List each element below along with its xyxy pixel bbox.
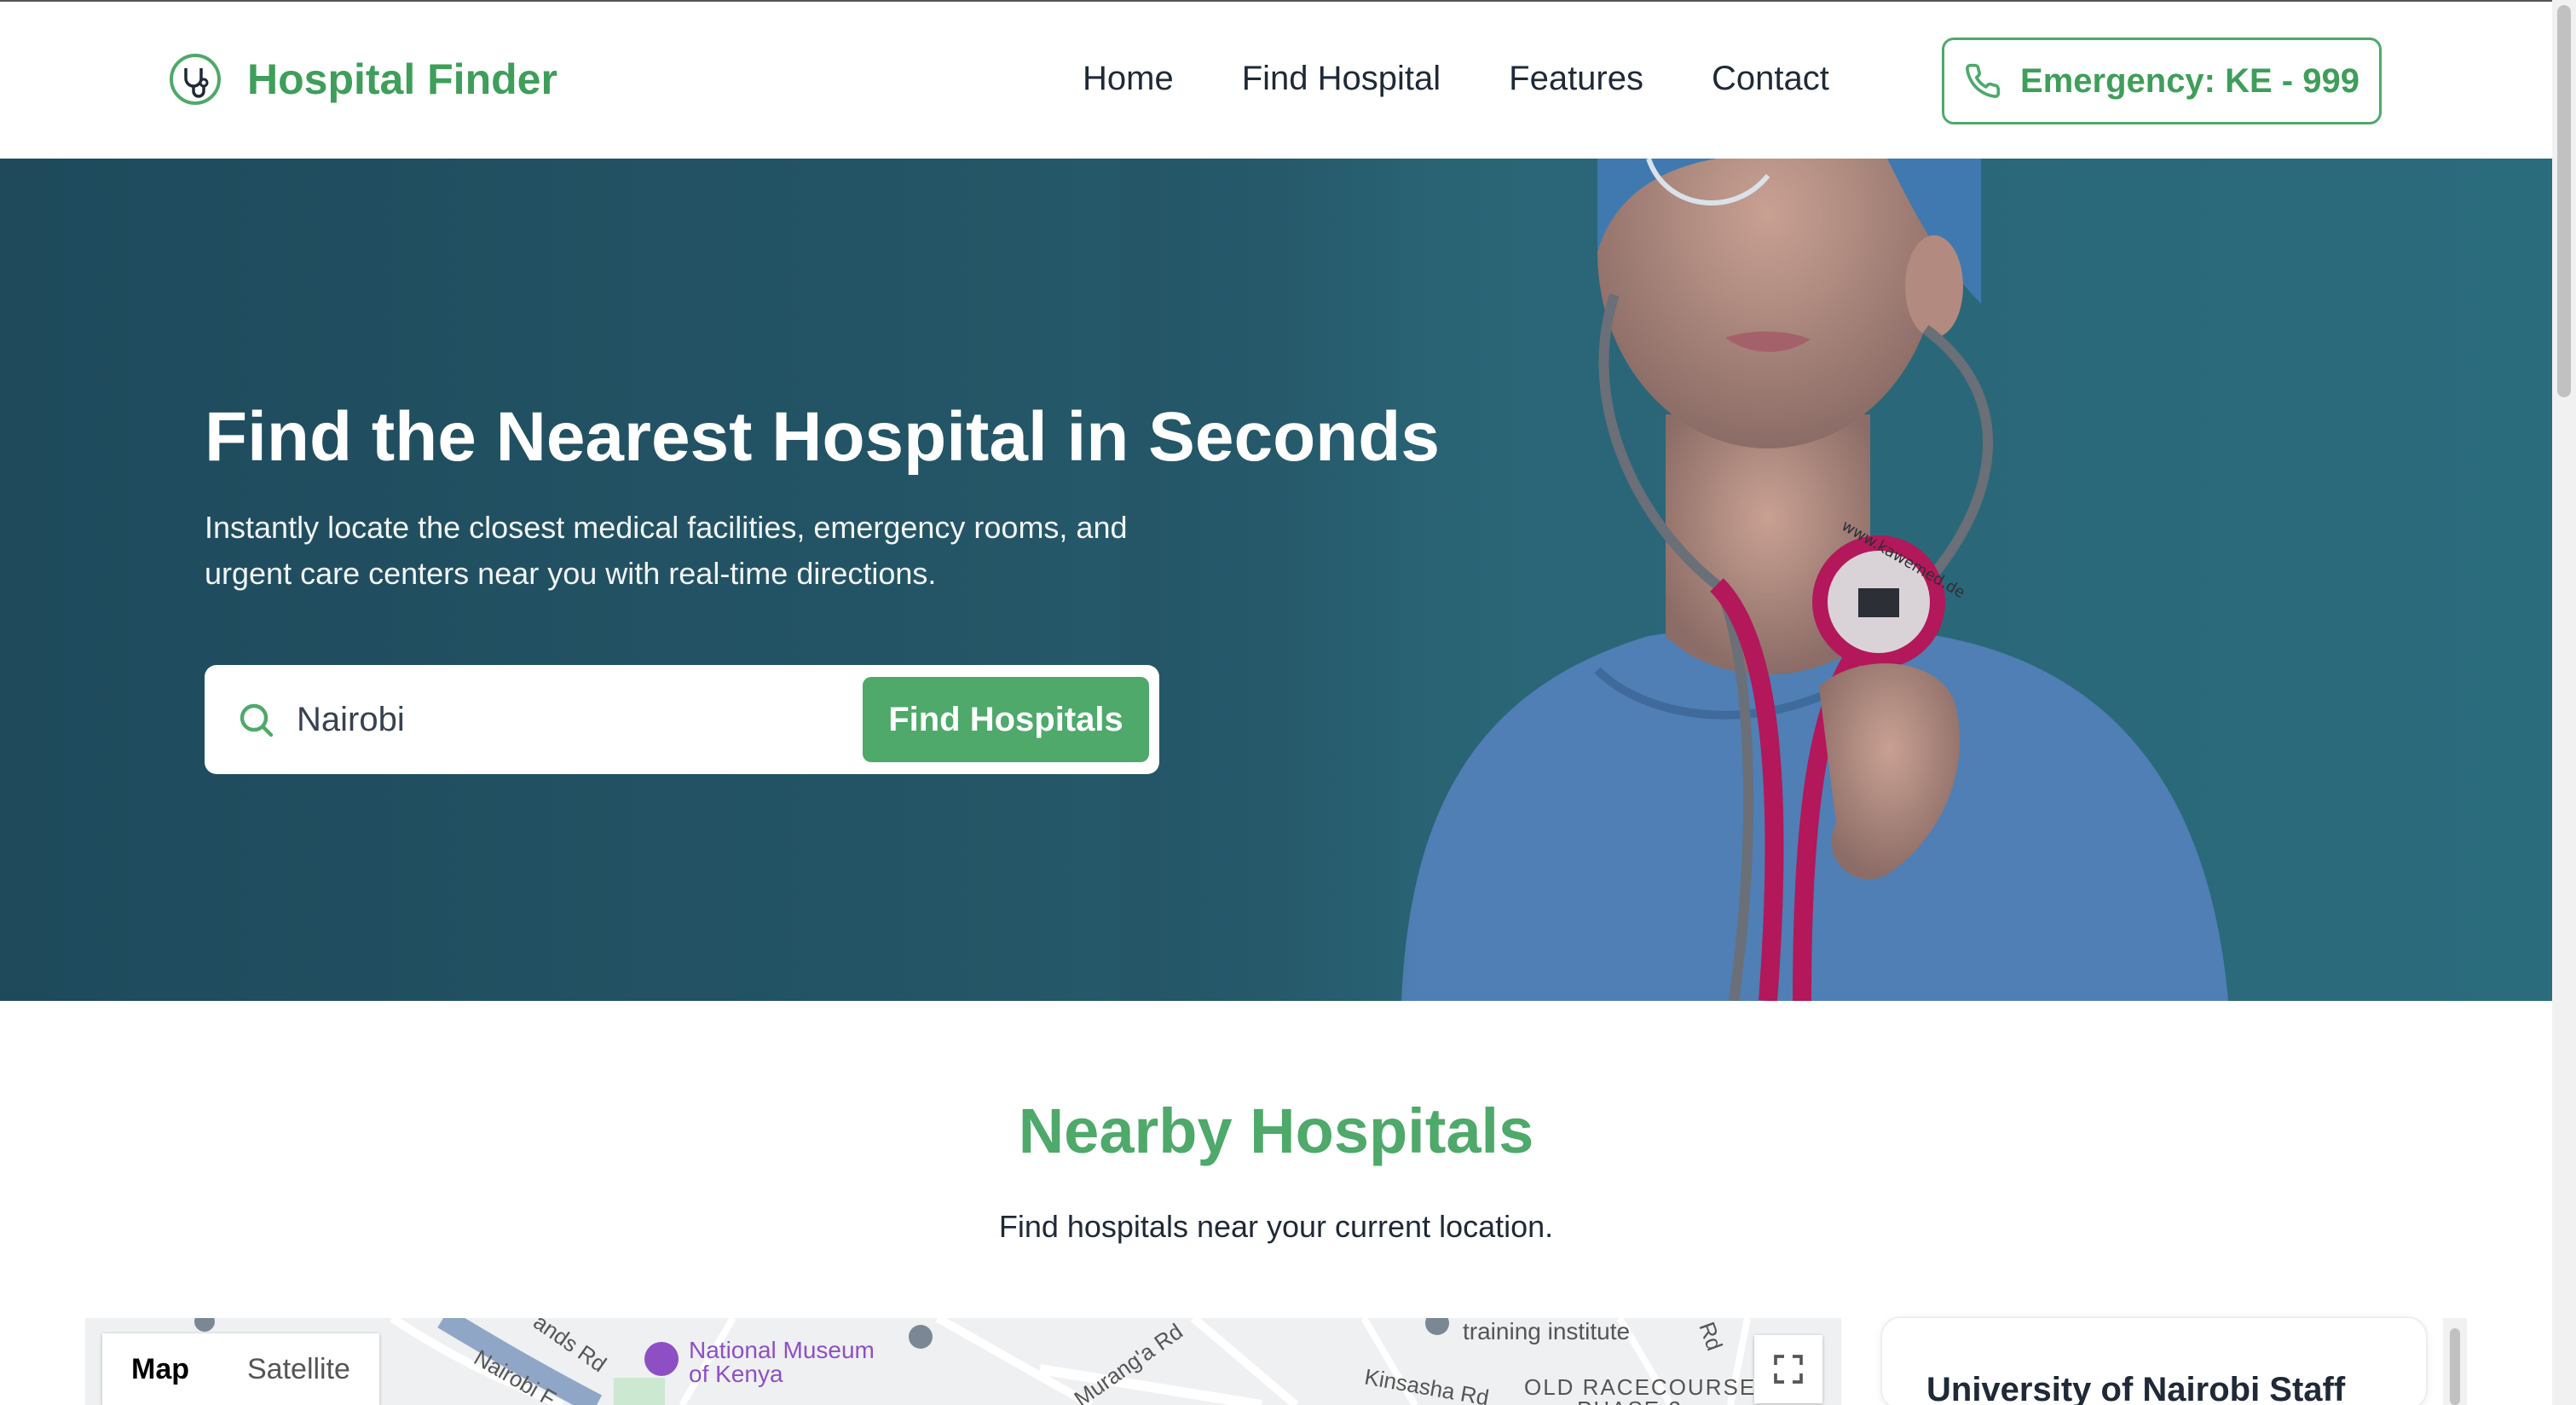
hero-title: Find the Nearest Hospital in Seconds (205, 398, 1440, 476)
nav-home[interactable]: Home (1083, 60, 1174, 98)
nav-features[interactable]: Features (1509, 60, 1643, 98)
section-title: Nearby Hospitals (1018, 1096, 1534, 1166)
results-scrollbar[interactable] (2443, 1318, 2467, 1405)
fullscreen-button[interactable] (1754, 1335, 1822, 1403)
search-icon (240, 703, 274, 737)
brand[interactable]: Hospital Finder (169, 53, 557, 106)
map-label-racecourse-phase: PHASE 2 (1577, 1396, 1683, 1405)
search-bar: Find Hospitals (205, 665, 1159, 774)
hero: www.kawemed.de Find the Nearest Hospital… (0, 159, 2552, 1001)
map-label-training: training institute (1463, 1318, 1631, 1344)
map-label-museum: National Museum of Kenya (689, 1337, 875, 1387)
doctor-with-stethoscope-image: www.kawemed.de (1120, 159, 2313, 1001)
find-hospitals-button[interactable]: Find Hospitals (863, 677, 1149, 762)
section-subtitle: Find hospitals near your current locatio… (998, 1209, 1554, 1244)
nav-find-hospital[interactable]: Find Hospital (1242, 60, 1441, 98)
fullscreen-icon (1774, 1355, 1803, 1384)
satellite-tab[interactable]: Satellite (218, 1333, 379, 1405)
hospital-card-title: University of Nairobi Staff (1926, 1371, 2346, 1405)
navbar: Hospital Finder Home Find Hospital Featu… (0, 0, 2552, 159)
map-tab[interactable]: Map (102, 1333, 218, 1405)
map-type-toggle: Map Satellite (102, 1333, 379, 1405)
brand-name: Hospital Finder (247, 55, 557, 103)
hospital-map[interactable]: ands Rd Nairobi F... National Museum of K… (85, 1318, 1841, 1405)
hospital-card[interactable]: University of Nairobi Staff (1880, 1316, 2428, 1405)
page-scrollbar-thumb[interactable] (2557, 5, 2571, 397)
emergency-button[interactable]: Emergency: KE - 999 (1942, 38, 2382, 124)
phone-icon (1966, 63, 2001, 98)
page-scrollbar[interactable] (2552, 0, 2576, 1405)
emergency-label: Emergency: KE - 999 (2020, 61, 2359, 100)
nav-contact[interactable]: Contact (1712, 60, 1829, 98)
main-nav: Home Find Hospital Features Contact (1083, 60, 1897, 98)
stethoscope-logo-icon (170, 54, 221, 105)
hero-subtitle: Instantly locate the closest medical fac… (205, 510, 1128, 591)
